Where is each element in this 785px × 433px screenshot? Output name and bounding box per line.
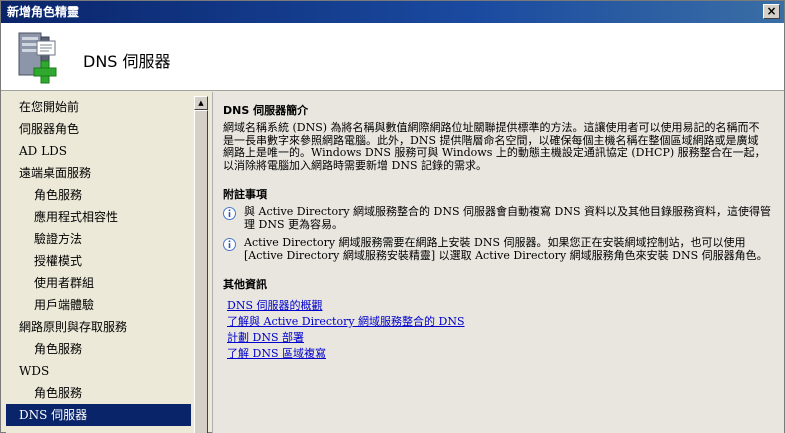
scroll-thumb[interactable] [194,110,208,433]
more-info-heading: 其他資訊 [223,278,267,291]
close-button[interactable]: × [763,4,780,19]
link-plan-dns-deployment[interactable]: 計劃 DNS 部署 [223,330,784,346]
sidebar-item[interactable]: 用戶端體驗 [6,294,191,316]
sidebar-item[interactable]: 使用者群組 [6,272,191,294]
sidebar-item[interactable]: 授權模式 [6,250,191,272]
note-item: 與 Active Directory 網域服務整合的 DNS 伺服器會自動複寫 … [223,205,771,231]
info-icon [223,238,236,251]
sidebar-item[interactable]: 角色服務 [6,338,191,360]
link-dns-zone-replication[interactable]: 了解 DNS 區域複寫 [223,346,784,362]
sidebar-item[interactable]: 驗證方法 [6,228,191,250]
intro-heading: DNS 伺服器簡介 [223,104,309,117]
sidebar-item[interactable]: DNS 伺服器 [6,404,191,426]
scroll-up-arrow-icon[interactable]: ▲ [194,96,208,110]
sidebar-item[interactable]: WDS [6,360,191,382]
wizard-window: 新增角色精靈 × DNS 伺服器 在您開始前 伺服器角色 AD LDS 遠端桌面服務角… [0,0,785,433]
sidebar-item[interactable]: AD LDS [6,140,191,162]
sidebar-item[interactable]: 角色服務 [6,382,191,404]
sidebar-item[interactable]: 網路原則與存取服務 [6,316,191,338]
note-item: Active Directory 網域服務需要在網路上安裝 DNS 伺服器。如果… [223,236,771,262]
sidebar-item[interactable]: 角色服務 [6,184,191,206]
content-panel: DNS 伺服器簡介 網域名稱系統 (DNS) 為將名稱與數值網際網路位址關聯提供… [212,92,784,433]
link-ad-integrated-dns[interactable]: 了解與 Active Directory 網域服務整合的 DNS [223,314,784,330]
wizard-header: DNS 伺服器 [1,23,784,91]
window-title: 新增角色精靈 [7,5,80,19]
intro-paragraph: 網域名稱系統 (DNS) 為將名稱與數值網際網路位址關聯提供標準的方法。這讓使用… [223,121,766,172]
sidebar-item[interactable]: 應用程式相容性 [6,206,191,228]
wizard-steps-sidebar: 在您開始前 伺服器角色 AD LDS 遠端桌面服務 角色服務 應用程式相容性 驗證方法 授權模… [6,96,208,433]
sidebar-item[interactable]: 伺服器角色 [6,118,191,140]
title-bar[interactable]: 新增角色精靈 × [1,1,784,23]
dns-server-add-icon [18,32,57,84]
sidebar-scrollbar[interactable]: ▲ [194,96,208,433]
page-title: DNS 伺服器 [83,52,171,71]
note-text: Active Directory 網域服務需要在網路上安裝 DNS 伺服器。如果… [244,236,768,262]
notes-heading: 附註事項 [223,188,267,201]
steps-list: 在您開始前 伺服器角色 AD LDS 遠端桌面服務 角色服務 應用程式相容性 驗證方法 授權模… [6,96,191,426]
sidebar-item[interactable]: 遠端桌面服務 [6,162,191,184]
sidebar-item[interactable]: 在您開始前 [6,96,191,118]
link-dns-overview[interactable]: DNS 伺服器的概觀 [223,298,784,314]
note-text: 與 Active Directory 網域服務整合的 DNS 伺服器會自動複寫 … [244,205,771,231]
info-icon [223,207,236,220]
